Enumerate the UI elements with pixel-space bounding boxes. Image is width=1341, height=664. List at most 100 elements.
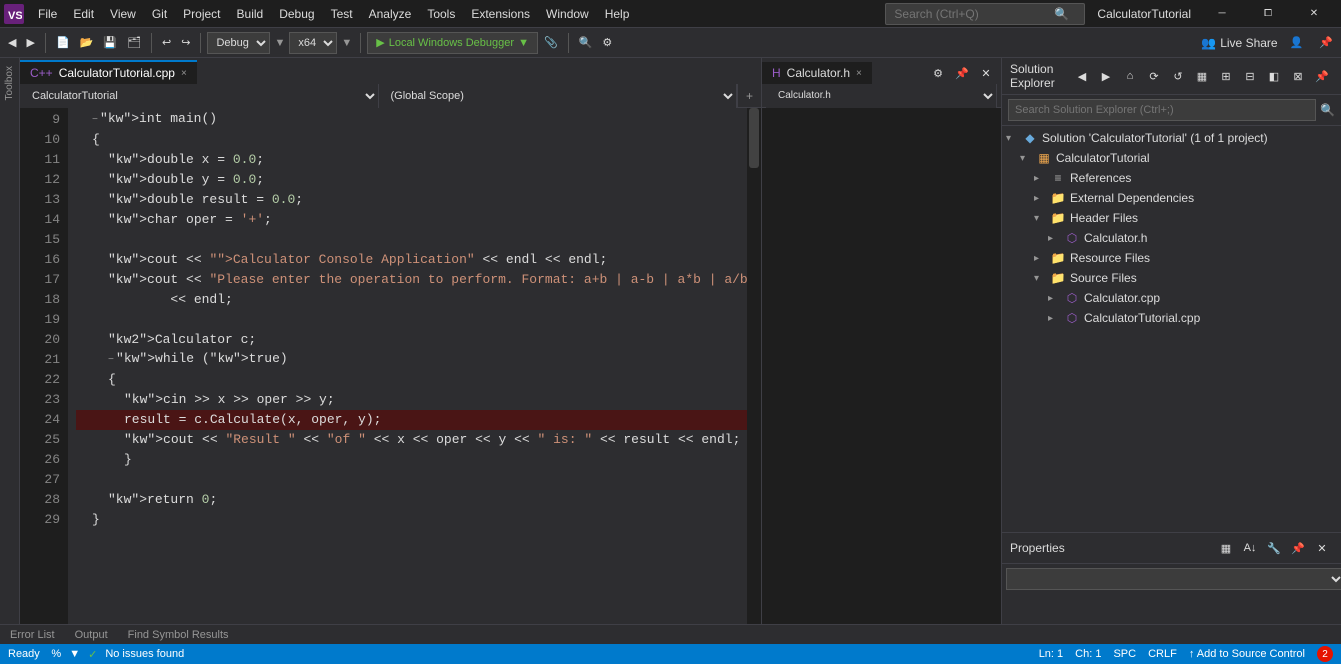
code-line-24[interactable]: result = c.Calculate(x, oper, y); xyxy=(76,410,747,430)
toolbar-profile[interactable]: 👤 xyxy=(1286,34,1308,51)
se-btn-filter[interactable]: ▦ xyxy=(1191,65,1213,87)
restore-button[interactable]: ⧠ xyxy=(1245,0,1291,28)
right-panel-close[interactable]: ✕ xyxy=(975,62,997,84)
tree-item-3[interactable]: ▸📁External Dependencies xyxy=(1002,188,1341,208)
prop-alpha-btn[interactable]: Α↓ xyxy=(1239,537,1261,559)
code-line-11[interactable]: "kw">double x = 0.0; xyxy=(76,150,747,170)
code-line-22[interactable]: { xyxy=(76,370,747,390)
menu-window[interactable]: Window xyxy=(538,3,597,25)
collapse-icon-21[interactable]: − xyxy=(108,355,114,366)
debug-config-select[interactable]: Debug xyxy=(207,32,270,54)
tree-item-4[interactable]: ▾📁Header Files xyxy=(1002,208,1341,228)
code-line-14[interactable]: "kw">char oper = '+'; xyxy=(76,210,747,230)
code-line-19[interactable] xyxy=(76,310,747,330)
right-nav-select[interactable]: Calculator.h xyxy=(766,84,997,108)
navigator-class-select[interactable]: CalculatorTutorial xyxy=(20,84,379,108)
code-line-18[interactable]: << endl; xyxy=(76,290,747,310)
tree-item-9[interactable]: ▸⬡CalculatorTutorial.cpp xyxy=(1002,308,1341,328)
se-search-input[interactable] xyxy=(1008,99,1316,121)
menu-file[interactable]: File xyxy=(30,3,65,25)
prop-object-select[interactable] xyxy=(1006,568,1341,590)
menu-edit[interactable]: Edit xyxy=(65,3,102,25)
bottom-tab-error-list[interactable]: Error List xyxy=(0,627,65,643)
toolbar-attach[interactable]: 📎 xyxy=(540,34,562,51)
tab-calculatortutorial-cpp[interactable]: C++ CalculatorTutorial.cpp × xyxy=(20,60,197,84)
menu-debug[interactable]: Debug xyxy=(271,3,322,25)
navigator-member-select[interactable]: (Global Scope) xyxy=(379,84,738,108)
bottom-tab-find-symbol[interactable]: Find Symbol Results xyxy=(118,627,239,643)
prop-pin[interactable]: 📌 xyxy=(1287,537,1309,559)
toolbar-new-file[interactable]: 📄 xyxy=(52,34,74,51)
code-line-15[interactable] xyxy=(76,230,747,250)
toolbar-save[interactable]: 💾 xyxy=(99,34,121,51)
run-button[interactable]: ▶ Local Windows Debugger ▼ xyxy=(367,32,538,54)
editor-scrollbar[interactable] xyxy=(747,108,761,624)
se-btn-home[interactable]: ⌂ xyxy=(1119,65,1141,87)
se-btn-refresh[interactable]: ↺ xyxy=(1167,65,1189,87)
se-btn-sync[interactable]: ⟳ xyxy=(1143,65,1165,87)
search-input[interactable] xyxy=(894,7,1054,21)
tree-item-5[interactable]: ▸⬡Calculator.h xyxy=(1002,228,1341,248)
liveshare-button[interactable]: 👥 Live Share xyxy=(1201,36,1277,50)
minimize-button[interactable]: ─ xyxy=(1199,0,1245,28)
se-btn-view[interactable]: ◧ xyxy=(1263,65,1285,87)
menu-help[interactable]: Help xyxy=(597,3,638,25)
tab-calculator-h[interactable]: H Calculator.h × xyxy=(762,62,872,84)
close-button[interactable]: ✕ xyxy=(1291,0,1337,28)
toolbar-pin[interactable]: 📌 xyxy=(1315,34,1337,51)
toolbox-label[interactable]: Toolbox xyxy=(4,62,15,104)
prop-close[interactable]: ✕ xyxy=(1311,537,1333,559)
menu-analyze[interactable]: Analyze xyxy=(361,3,420,25)
toolbar-nav-back[interactable]: ◀ xyxy=(4,34,20,51)
editor-nav-plus[interactable]: + xyxy=(737,84,761,108)
tab-calculatortutorial-close[interactable]: × xyxy=(181,68,187,79)
menu-project[interactable]: Project xyxy=(175,3,228,25)
scrollbar-thumb[interactable] xyxy=(749,108,759,168)
menu-test[interactable]: Test xyxy=(323,3,361,25)
code-line-17[interactable]: "kw">cout << "Please enter the operation… xyxy=(76,270,747,290)
prop-help-btn[interactable]: 🔧 xyxy=(1263,537,1285,559)
toolbar-extra[interactable]: ⚙ xyxy=(598,34,616,51)
menu-extensions[interactable]: Extensions xyxy=(463,3,538,25)
code-line-25[interactable]: "kw">cout << "Result " << "of " << x << … xyxy=(76,430,747,450)
menu-tools[interactable]: Tools xyxy=(419,3,463,25)
code-line-21[interactable]: −"kw">while ("kw">true) xyxy=(76,350,747,370)
toolbar-save-all[interactable]: 🗂 xyxy=(123,34,145,51)
tab-calc-h-close[interactable]: × xyxy=(856,68,862,79)
toolbar-find[interactable]: 🔍 xyxy=(575,34,597,51)
tree-item-6[interactable]: ▸📁Resource Files xyxy=(1002,248,1341,268)
code-line-23[interactable]: "kw">cin >> x >> oper >> y; xyxy=(76,390,747,410)
platform-select[interactable]: x64 xyxy=(289,32,337,54)
tree-item-1[interactable]: ▾▦CalculatorTutorial xyxy=(1002,148,1341,168)
tree-item-2[interactable]: ▸≡References xyxy=(1002,168,1341,188)
bottom-tab-output[interactable]: Output xyxy=(65,627,118,643)
right-panel-settings[interactable]: ⚙ xyxy=(927,62,949,84)
code-line-20[interactable]: "kw2">Calculator c; xyxy=(76,330,747,350)
search-box[interactable]: 🔍 xyxy=(885,3,1085,25)
collapse-icon-9[interactable]: − xyxy=(92,115,98,126)
code-line-16[interactable]: "kw">cout << "">Calculator Console Appli… xyxy=(76,250,747,270)
se-btn-preview[interactable]: ⊠ xyxy=(1287,65,1309,87)
code-line-26[interactable]: } xyxy=(76,450,747,470)
se-btn-pin[interactable]: 📌 xyxy=(1311,65,1333,87)
tree-item-8[interactable]: ▸⬡Calculator.cpp xyxy=(1002,288,1341,308)
prop-categories-btn[interactable]: ▦ xyxy=(1215,537,1237,559)
menu-git[interactable]: Git xyxy=(144,3,175,25)
menu-view[interactable]: View xyxy=(102,3,144,25)
code-line-29[interactable]: } xyxy=(76,510,747,530)
code-line-10[interactable]: { xyxy=(76,130,747,150)
code-line-13[interactable]: "kw">double result = 0.0; xyxy=(76,190,747,210)
source-control-btn[interactable]: ↑ Add to Source Control xyxy=(1189,648,1305,660)
code-line-27[interactable] xyxy=(76,470,747,490)
right-panel-pin[interactable]: 📌 xyxy=(951,62,973,84)
toolbar-redo[interactable]: ↪ xyxy=(177,34,194,51)
tree-item-7[interactable]: ▾📁Source Files xyxy=(1002,268,1341,288)
menu-build[interactable]: Build xyxy=(229,3,272,25)
toolbar-open[interactable]: 📂 xyxy=(76,34,98,51)
se-btn-fwd[interactable]: ▶ xyxy=(1095,65,1117,87)
code-content[interactable]: −"kw">int main(){"kw">double x = 0.0;"kw… xyxy=(68,108,747,624)
se-btn-back[interactable]: ◀ xyxy=(1071,65,1093,87)
toolbar-nav-fwd[interactable]: ▶ xyxy=(22,34,38,51)
code-line-12[interactable]: "kw">double y = 0.0; xyxy=(76,170,747,190)
toolbar-undo[interactable]: ↩ xyxy=(158,34,175,51)
